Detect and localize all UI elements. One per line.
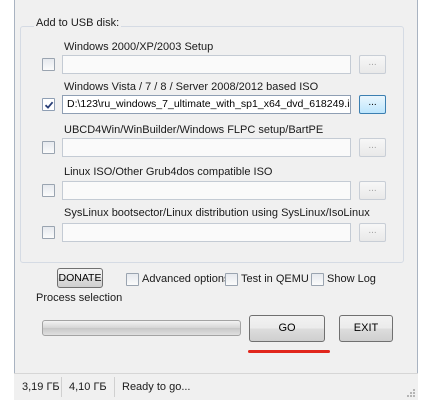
checkbox-syslinux[interactable] — [42, 226, 55, 239]
test-qemu-label[interactable]: Test in QEMU — [241, 273, 309, 285]
row-label-syslinux: SysLinux bootsector/Linux distribution u… — [64, 207, 370, 219]
status-size-1: 3,19 ГБ — [16, 377, 62, 397]
go-highlight-underline — [248, 350, 330, 353]
resize-grip-icon[interactable] — [406, 388, 416, 398]
checkbox-vista-7-8[interactable] — [42, 98, 55, 111]
path-field-linux-iso[interactable] — [62, 181, 351, 200]
process-title: Process selection — [36, 292, 123, 304]
checkbox-linux-iso[interactable] — [42, 184, 55, 197]
exit-button[interactable]: EXIT — [339, 315, 393, 342]
status-size-2: 4,10 ГБ — [63, 377, 115, 397]
browse-button-ubcd4win[interactable]: ... — [359, 138, 386, 157]
donate-button[interactable]: DONATE — [57, 268, 103, 288]
show-log-label[interactable]: Show Log — [327, 273, 376, 285]
go-button[interactable]: GO — [249, 315, 325, 342]
row-label-vista-7-8: Windows Vista / 7 / 8 / Server 2008/2012… — [64, 81, 319, 93]
path-field-ubcd4win[interactable] — [62, 138, 351, 157]
browse-button-syslinux[interactable]: ... — [359, 223, 386, 242]
browse-button-vista-7-8[interactable]: ... — [359, 95, 386, 114]
checkbox-test-qemu[interactable] — [225, 273, 238, 286]
usb-group-title: Add to USB disk: — [34, 17, 122, 29]
browse-button-linux-iso[interactable]: ... — [359, 181, 386, 200]
progress-bar — [42, 320, 241, 336]
checkbox-advanced-options[interactable] — [126, 273, 139, 286]
row-label-linux-iso: Linux ISO/Other Grub4dos compatible ISO — [64, 166, 273, 178]
path-field-win2000[interactable] — [62, 55, 351, 74]
checkbox-ubcd4win[interactable] — [42, 141, 55, 154]
status-bar: 3,19 ГБ 4,10 ГБ Ready to go... — [14, 373, 418, 400]
checkbox-show-log[interactable] — [311, 273, 324, 286]
row-label-ubcd4win: UBCD4Win/WinBuilder/Windows FLPC setup/B… — [64, 124, 324, 136]
row-label-win2000: Windows 2000/XP/2003 Setup — [64, 41, 214, 53]
advanced-options-label[interactable]: Advanced options — [142, 273, 229, 285]
path-field-vista-7-8[interactable]: D:\123\ru_windows_7_ultimate_with_sp1_x6… — [62, 95, 351, 114]
checkmark-icon — [44, 101, 54, 109]
browse-button-win2000[interactable]: ... — [359, 55, 386, 74]
status-message: Ready to go... — [122, 381, 191, 393]
path-field-syslinux[interactable] — [62, 223, 351, 242]
checkbox-win2000[interactable] — [42, 58, 55, 71]
